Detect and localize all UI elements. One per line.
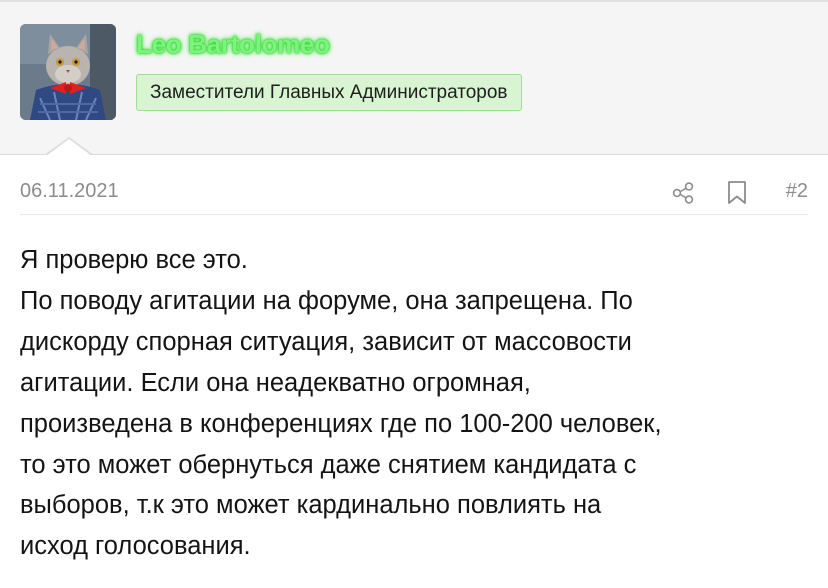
post-text-line: агитации. Если она неадекватно огромная, bbox=[20, 368, 531, 397]
user-block-pointer-fill bbox=[46, 139, 92, 156]
user-role-badge: Заместители Главных Администраторов bbox=[136, 74, 522, 111]
post-body: Я проверю все это. По поводу агитации на… bbox=[20, 240, 810, 567]
forum-post: Leo Bartolomeo Заместители Главных Админ… bbox=[0, 0, 828, 588]
bookmark-icon[interactable] bbox=[726, 180, 748, 206]
post-text-line: выборов, т.к это может кардинально повли… bbox=[20, 491, 602, 520]
post-text-line: По поводу агитации на форуме, она запрещ… bbox=[20, 286, 633, 315]
post-date[interactable]: 06.11.2021 bbox=[20, 180, 119, 203]
post-number-link[interactable]: #2 bbox=[786, 180, 808, 203]
avatar[interactable] bbox=[20, 24, 116, 120]
cat-avatar-image bbox=[20, 24, 116, 120]
share-icon[interactable] bbox=[670, 180, 696, 206]
post-text-line: произведена в конференциях где по 100-20… bbox=[20, 409, 662, 438]
username[interactable]: Leo Bartolomeo bbox=[136, 29, 330, 60]
post-text-line: дискорду спорная ситуация, зависит от ма… bbox=[20, 327, 632, 356]
post-user-block: Leo Bartolomeo Заместители Главных Админ… bbox=[0, 2, 828, 155]
post-meta-row: 06.11.2021 #2 bbox=[20, 172, 808, 215]
post-text-line: Я проверю все это. bbox=[20, 246, 248, 274]
post-text-line: исход голосования. bbox=[20, 532, 251, 561]
post-text-line: то это может обернуться даже снятием кан… bbox=[20, 450, 637, 479]
